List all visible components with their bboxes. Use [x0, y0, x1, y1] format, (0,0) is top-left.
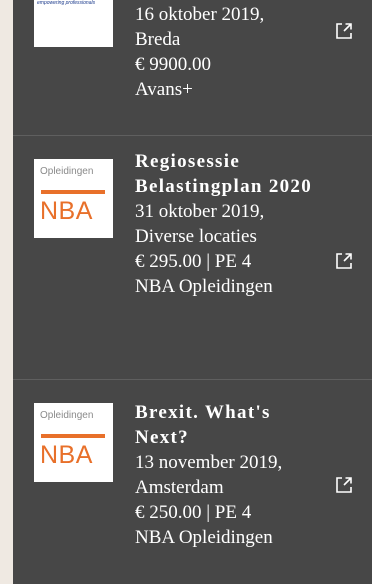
course-provider: NBA Opleidingen [135, 276, 273, 297]
nba-logo-text: NBA [40, 441, 93, 469]
course-title[interactable]: Brexit. What's Next? [135, 400, 314, 450]
nba-logo: Opleidingen NBA [34, 403, 113, 482]
nba-logo: Opleidingen NBA [34, 159, 113, 238]
course-list-panel: empowering professionals 16 oktober 2019… [13, 0, 372, 584]
course-price: € 9900.00 [135, 54, 211, 75]
nba-logo-bar [41, 190, 105, 194]
course-item[interactable]: Opleidingen NBA Brexit. What's Next? 13 … [13, 380, 372, 584]
course-title[interactable]: Regiosessie Belastingplan 2020 [135, 149, 314, 199]
nba-logo-subtitle: Opleidingen [40, 410, 94, 421]
course-provider: Avans+ [135, 79, 193, 100]
course-details: Regiosessie Belastingplan 2020 31 oktobe… [135, 149, 314, 299]
external-link-icon[interactable] [333, 20, 355, 42]
course-item[interactable]: empowering professionals 16 oktober 2019… [13, 0, 372, 136]
nba-logo-text: NBA [40, 197, 93, 225]
course-date-location: 16 oktober 2019, Breda [135, 4, 265, 50]
course-item[interactable]: Opleidingen NBA Regiosessie Belastingpla… [13, 136, 372, 380]
external-link-icon[interactable] [333, 250, 355, 272]
nba-logo-bar [41, 434, 105, 438]
course-details: Brexit. What's Next? 13 november 2019, A… [135, 400, 314, 550]
course-details: 16 oktober 2019, Breda € 9900.00 Avans+ [135, 2, 314, 102]
avans-plus-logo: empowering professionals [34, 0, 113, 47]
course-price: € 295.00 | PE 4 [135, 251, 252, 272]
logo-tagline: empowering professionals [37, 0, 96, 6]
external-link-icon[interactable] [333, 474, 355, 496]
nba-logo-subtitle: Opleidingen [40, 166, 94, 177]
course-provider: NBA Opleidingen [135, 527, 273, 548]
course-price: € 250.00 | PE 4 [135, 502, 252, 523]
course-date-location: 31 oktober 2019, Diverse locaties [135, 201, 265, 247]
course-date-location: 13 november 2019, Amsterdam [135, 452, 283, 498]
